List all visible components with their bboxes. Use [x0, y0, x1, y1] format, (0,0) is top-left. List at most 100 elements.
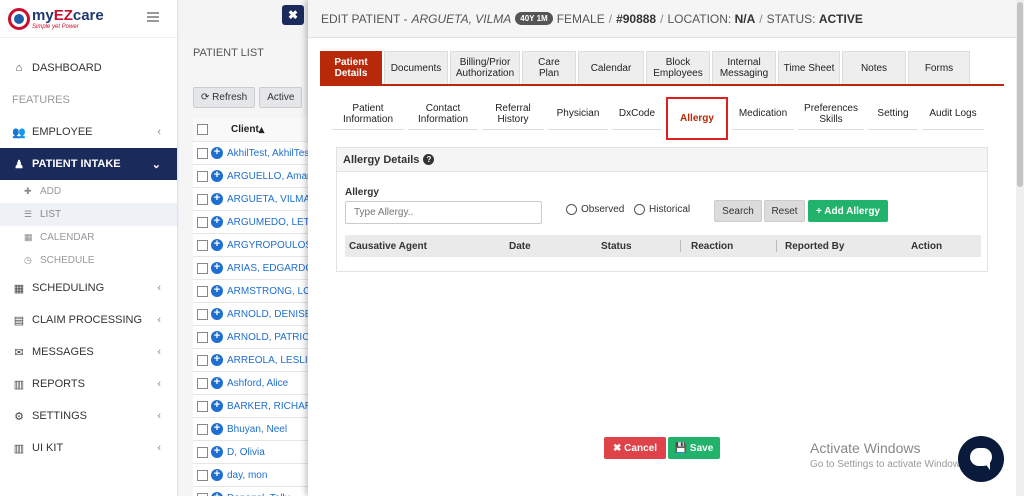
sidebar-subitem-list[interactable]: ☰ LIST — [0, 203, 177, 226]
subtab-preferences-skills[interactable]: Preferences Skills — [798, 98, 864, 130]
patient-name-link[interactable]: ARNOLD, DENISE — [227, 309, 311, 320]
search-button[interactable]: Search — [714, 200, 762, 222]
help-icon[interactable]: ? — [423, 154, 435, 165]
modal-scrollbar[interactable] — [1016, 0, 1024, 496]
expand-plus-icon[interactable]: + — [211, 285, 223, 297]
table-row[interactable]: + Bhuyan, Neel — [193, 418, 323, 441]
table-row[interactable]: + ARGYROPOULOS — [193, 234, 323, 257]
expand-plus-icon[interactable]: + — [211, 423, 223, 435]
patient-name-link[interactable]: ARMSTRONG, LORI — [227, 286, 321, 297]
subtab-physician[interactable]: Physician — [548, 98, 608, 130]
subtab-medication[interactable]: Medication — [732, 98, 794, 130]
row-checkbox[interactable] — [197, 331, 208, 343]
sidebar-item-claim-processing[interactable]: ▤ CLAIM PROCESSING ‹ — [0, 304, 177, 336]
subtab-setting[interactable]: Setting — [868, 98, 918, 130]
expand-plus-icon[interactable]: + — [211, 354, 223, 366]
sidebar-item-employee[interactable]: 👥 EMPLOYEE ‹ — [0, 116, 177, 148]
subtab-audit-logs[interactable]: Audit Logs — [922, 98, 984, 130]
sidebar-item-dashboard[interactable]: ⌂ DASHBOARD — [0, 52, 177, 84]
patient-name-link[interactable]: ARREOLA, LESLIE — [227, 355, 314, 366]
subtab-referral-history[interactable]: Referral History — [482, 98, 544, 130]
table-row[interactable]: + day, mon — [193, 464, 323, 487]
table-row[interactable]: + ARIAS, EDGARDO — [193, 257, 323, 280]
expand-plus-icon[interactable]: + — [211, 147, 223, 159]
refresh-button[interactable]: ⟳ Refresh — [193, 87, 256, 108]
observed-radio[interactable]: Observed — [566, 204, 624, 215]
cancel-button[interactable]: ✖ Cancel — [604, 437, 666, 459]
subtab-allergy[interactable]: Allergy — [666, 97, 728, 140]
tab-calendar[interactable]: Calendar — [578, 51, 644, 84]
row-checkbox[interactable] — [197, 216, 208, 228]
expand-plus-icon[interactable]: + — [211, 308, 223, 320]
tab-internal-messaging[interactable]: Internal Messaging — [712, 51, 776, 84]
patient-name-link[interactable]: day, mon — [227, 470, 267, 481]
hamburger-menu-icon[interactable] — [147, 12, 159, 22]
scrollbar-thumb[interactable] — [1017, 2, 1023, 187]
tab-block-employees[interactable]: Block Employees — [646, 51, 710, 84]
table-row[interactable]: + ARGUMEDO, LETICIA — [193, 211, 323, 234]
expand-plus-icon[interactable]: + — [211, 331, 223, 343]
tab-care-plan[interactable]: Care Plan — [522, 51, 576, 84]
row-checkbox[interactable] — [197, 400, 208, 412]
row-checkbox[interactable] — [197, 492, 208, 496]
table-row[interactable]: + BARKER, RICHARD — [193, 395, 323, 418]
expand-plus-icon[interactable]: + — [211, 216, 223, 228]
sidebar-subitem-add[interactable]: ✚ ADD — [0, 180, 177, 203]
expand-plus-icon[interactable]: + — [211, 400, 223, 412]
row-checkbox[interactable] — [197, 262, 208, 274]
patient-name-link[interactable]: ARNOLD, PATRICIA — [227, 332, 319, 343]
sidebar-subitem-calendar[interactable]: ▦ CALENDAR — [0, 226, 177, 249]
historical-radio[interactable]: Historical — [634, 204, 690, 215]
table-row[interactable]: + AkhilTest, AkhilTest — [193, 142, 323, 165]
logo[interactable]: myEZcare Simple yet Power — [0, 0, 177, 38]
table-row[interactable]: + ARREOLA, LESLIE — [193, 349, 323, 372]
row-checkbox[interactable] — [197, 469, 208, 481]
save-button[interactable]: 💾 Save — [668, 437, 720, 459]
row-checkbox[interactable] — [197, 147, 208, 159]
expand-plus-icon[interactable]: + — [211, 170, 223, 182]
sidebar-item-settings[interactable]: ⚙ SETTINGS ‹ — [0, 400, 177, 432]
tab-documents[interactable]: Documents — [384, 51, 448, 84]
row-checkbox[interactable] — [197, 377, 208, 389]
patient-name-link[interactable]: Ashford, Alice — [227, 378, 288, 389]
table-row[interactable]: + ARMSTRONG, LORI — [193, 280, 323, 303]
expand-plus-icon[interactable]: + — [211, 469, 223, 481]
row-checkbox[interactable] — [197, 170, 208, 182]
patient-name-link[interactable]: AkhilTest, AkhilTest — [227, 148, 312, 159]
table-row[interactable]: + ARNOLD, DENISE — [193, 303, 323, 326]
patient-name-link[interactable]: ARIAS, EDGARDO — [227, 263, 313, 274]
row-checkbox[interactable] — [197, 423, 208, 435]
expand-plus-icon[interactable]: + — [211, 377, 223, 389]
sidebar-item-ui-kit[interactable]: ▥ UI KIT ‹ — [0, 432, 177, 464]
subtab-dxcode[interactable]: DxCode — [612, 98, 662, 130]
row-checkbox[interactable] — [197, 446, 208, 458]
tab-notes[interactable]: Notes — [842, 51, 906, 84]
tab-forms[interactable]: Forms — [908, 51, 970, 84]
allergy-input[interactable] — [345, 201, 542, 224]
row-checkbox[interactable] — [197, 354, 208, 366]
sidebar-subitem-schedule[interactable]: ◷ SCHEDULE — [0, 249, 177, 272]
expand-plus-icon[interactable]: + — [211, 446, 223, 458]
tab-billing-prior-authorization[interactable]: Billing/Prior Authorization — [450, 51, 520, 84]
tab-patient-details[interactable]: Patient Details — [320, 51, 382, 84]
chat-bubble-icon[interactable] — [958, 436, 1004, 482]
table-row[interactable]: + ARGUELLO, Amanda — [193, 165, 323, 188]
close-icon[interactable]: ✖ — [282, 5, 304, 25]
add-allergy-button[interactable]: + Add Allergy — [808, 200, 888, 222]
table-row[interactable]: + Denegal, Tally — [193, 487, 323, 496]
row-checkbox[interactable] — [197, 308, 208, 320]
reset-button[interactable]: Reset — [764, 200, 805, 222]
row-checkbox[interactable] — [197, 239, 208, 251]
patient-name-link[interactable]: Denegal, Tally — [227, 493, 290, 496]
sidebar-item-patient-intake[interactable]: ♟ PATIENT INTAKE ⌄ — [0, 148, 177, 180]
expand-plus-icon[interactable]: + — [211, 193, 223, 205]
select-all-checkbox[interactable] — [197, 124, 208, 135]
subtab-patient-information[interactable]: Patient Information — [332, 98, 404, 130]
patient-name-link[interactable]: D, Olivia — [227, 447, 265, 458]
table-row[interactable]: + ARGUETA, VILMA — [193, 188, 323, 211]
subtab-contact-information[interactable]: Contact Information — [408, 98, 478, 130]
row-checkbox[interactable] — [197, 285, 208, 297]
active-filter-button[interactable]: Active — [259, 87, 303, 108]
patient-name-link[interactable]: ARGYROPOULOS — [227, 240, 312, 251]
row-checkbox[interactable] — [197, 193, 208, 205]
